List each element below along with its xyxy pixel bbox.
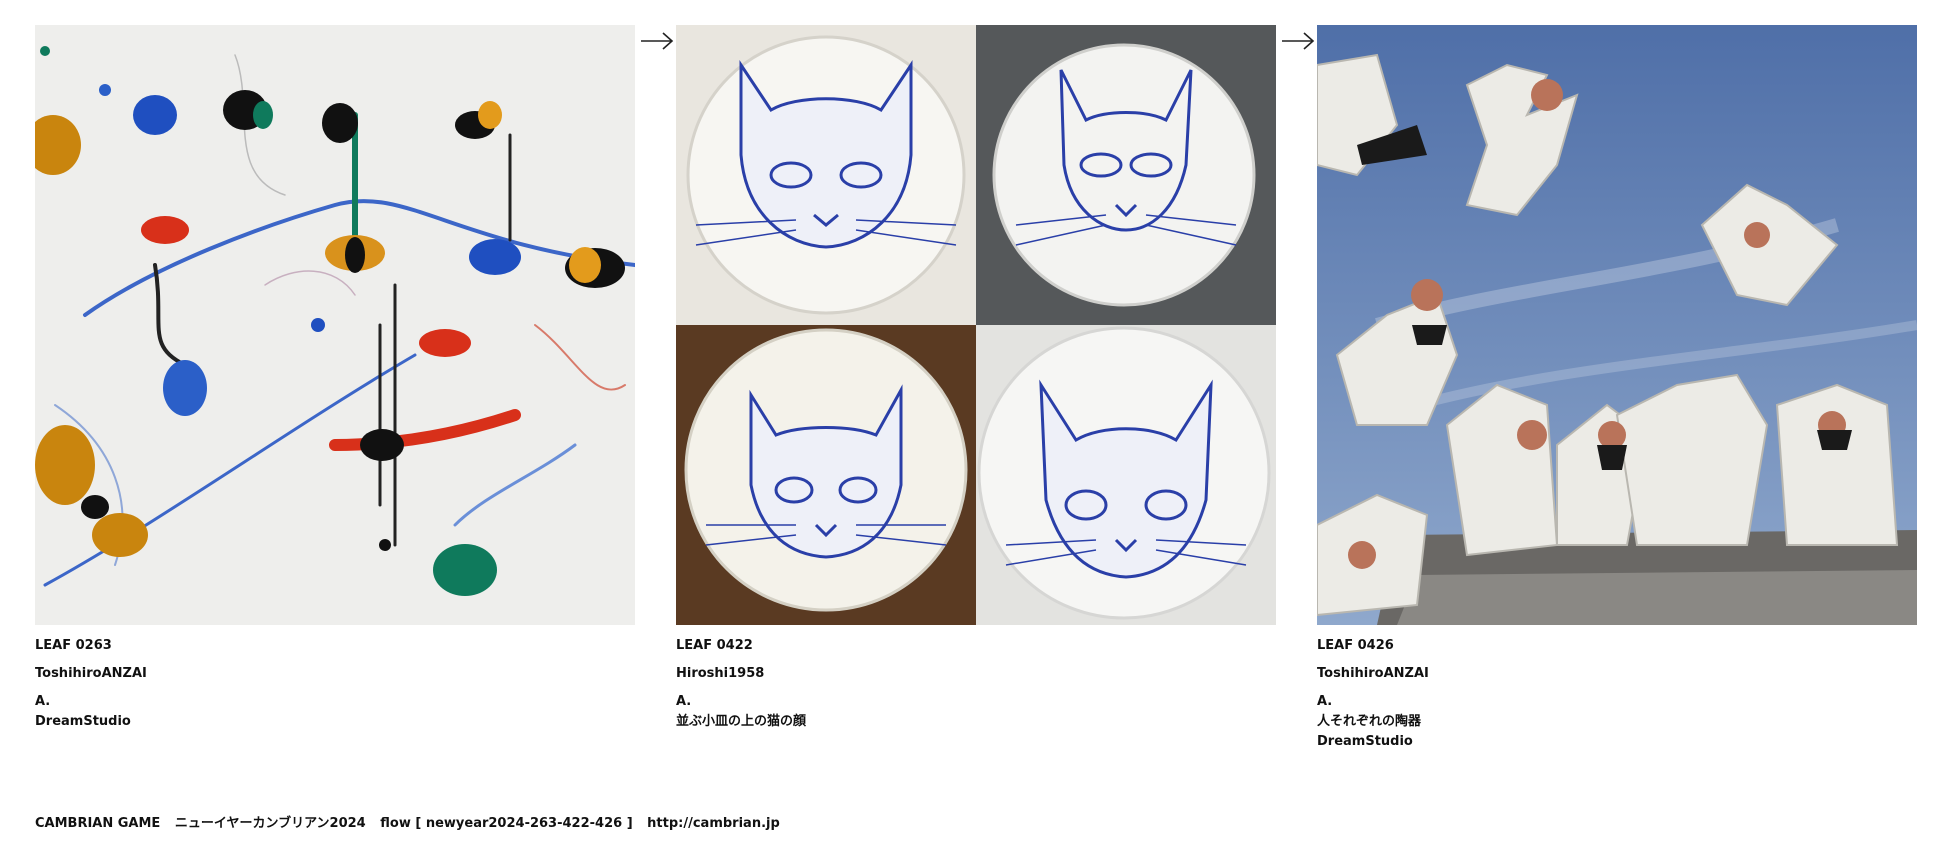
author-name: ToshihiroANZAI: [1317, 666, 1429, 681]
leaf-number: LEAF 0422: [676, 638, 753, 653]
footer-flow: flow [ newyear2024-263-422-426 ]: [380, 816, 633, 831]
arrow-right-icon: [641, 32, 674, 50]
footer-url-link[interactable]: http://cambrian.jp: [647, 816, 780, 831]
artwork-image-leaf-0422[interactable]: [676, 25, 1276, 625]
caption-leaf-0422: LEAF 0422 Hiroshi1958 A. 並ぶ小皿の上の猫の顔: [676, 636, 1276, 732]
caption-leaf-0263: LEAF 0263 ToshihiroANZAI A. DreamStudio: [35, 636, 635, 732]
tool-name: DreamStudio: [35, 714, 131, 729]
artwork-image-leaf-0426[interactable]: [1317, 25, 1917, 625]
caption-leaf-0426: LEAF 0426 ToshihiroANZAI A. 人それぞれの陶器 Dre…: [1317, 636, 1917, 752]
answer-label: A.: [676, 694, 692, 709]
artwork-image-leaf-0263[interactable]: [35, 25, 635, 625]
leaf-number: LEAF 0426: [1317, 638, 1394, 653]
work-description: 人それぞれの陶器: [1317, 714, 1422, 729]
footer-credit: CAMBRIAN GAME ニューイヤーカンブリアン2024 flow [ ne…: [35, 812, 790, 831]
leaf-number: LEAF 0263: [35, 638, 112, 653]
answer-label: A.: [35, 694, 51, 709]
porcelain-figures-graphic: [1317, 25, 1917, 625]
footer-brand: CAMBRIAN GAME: [35, 816, 161, 831]
tool-name: DreamStudio: [1317, 734, 1413, 749]
cat-plates-graphic: [676, 25, 1276, 625]
footer-event: ニューイヤーカンブリアン2024: [174, 816, 366, 831]
answer-label: A.: [1317, 694, 1333, 709]
author-name: ToshihiroANZAI: [35, 666, 147, 681]
arrow-right-icon: [1282, 32, 1315, 50]
abstract-painting-graphic: [35, 25, 635, 625]
work-description: 並ぶ小皿の上の猫の顔: [676, 714, 807, 729]
author-name: Hiroshi1958: [676, 666, 765, 681]
